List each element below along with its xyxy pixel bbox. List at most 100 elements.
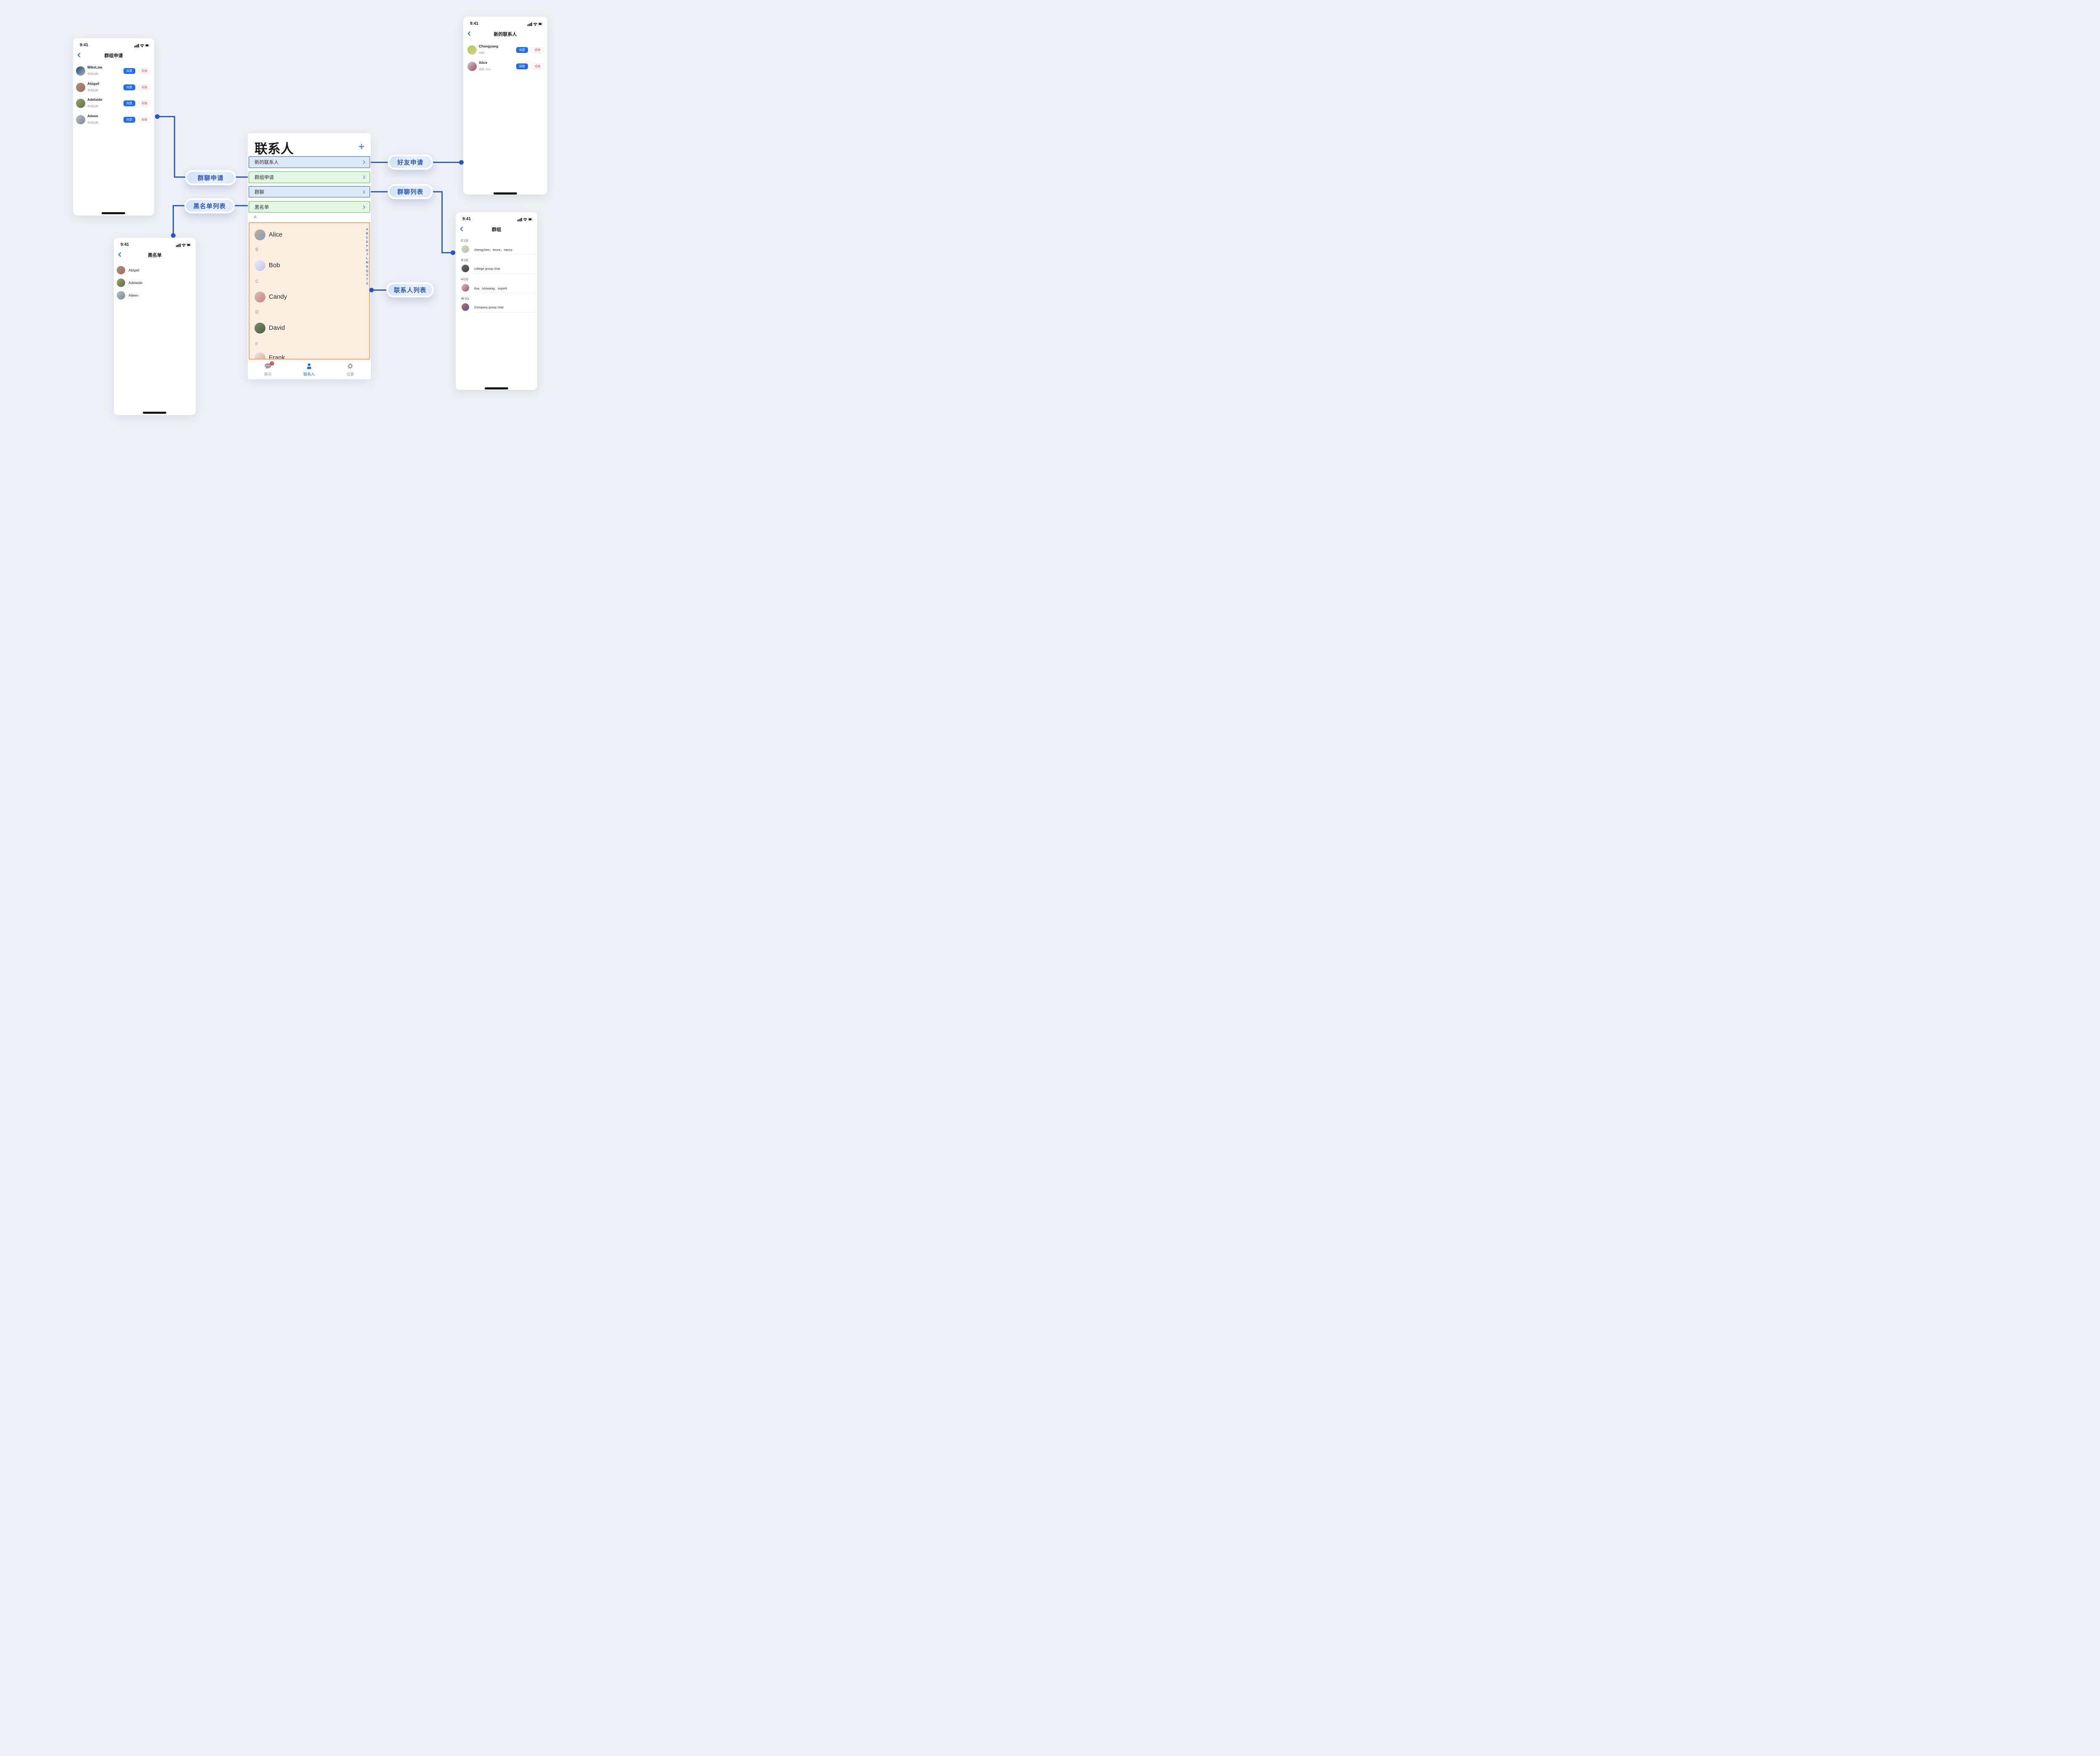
page-title: 群组 [456, 226, 537, 233]
applicant-name: Adelaide [87, 97, 102, 102]
new-contact-row[interactable]: Alice 我是 Alice 同意 拒绝 [463, 59, 547, 74]
avatar [76, 99, 85, 108]
group-apply-row[interactable]: Aileen 申请加群 同意 拒绝 [73, 113, 154, 127]
avatar [255, 292, 265, 302]
menu-item-group-apply[interactable]: 群组申请 [249, 171, 370, 183]
menu-item-blacklist[interactable]: 黑名单 [249, 201, 370, 213]
add-icon[interactable]: + [358, 142, 365, 152]
page-title: 新的联系人 [463, 31, 547, 37]
contact-row[interactable]: Alice [255, 229, 355, 240]
group-name: college group chat [474, 267, 500, 271]
tab-chats[interactable]: 1 聊天 [253, 363, 283, 379]
connector-group-apply-h3 [235, 176, 249, 178]
avatar [255, 352, 265, 360]
menu-item-group-chat[interactable]: 群聊 [249, 186, 370, 197]
blacklist-row[interactable]: Aileen [114, 289, 196, 301]
tab-settings[interactable]: 设置 [336, 363, 365, 379]
group-row[interactable]: lisa、luluwang、superli [456, 283, 537, 292]
avatar [462, 245, 469, 253]
applicant-note: 申请加群 [87, 71, 98, 76]
tab-label: 联系人 [294, 371, 324, 377]
connector-blacklist-h2 [173, 205, 185, 206]
status-time: 9:41 [470, 21, 478, 26]
callout-blacklist-list: 黑名单列表 [184, 198, 235, 213]
screen-groups: 9:41 群组 C (1) chengchen、bruce、nancy D (1… [456, 212, 537, 390]
screen-group-apply: 9:41 群组申请 MikeLaw 申请加群 同意 拒绝 Abigail 申请加… [73, 38, 154, 216]
avatar [467, 45, 477, 55]
reject-button[interactable]: 拒绝 [139, 68, 150, 74]
connector-dot-blacklist [171, 233, 176, 238]
status-bar: 9:41 [73, 42, 154, 48]
accept-button[interactable]: 同意 [123, 84, 135, 90]
status-time: 9:41 [462, 217, 471, 221]
chat-bubble-icon: 1 [265, 363, 272, 371]
group-apply-row[interactable]: Adelaide 申请加群 同意 拒绝 [73, 96, 154, 110]
group-row[interactable]: Company group chat [456, 302, 537, 312]
avatar [462, 265, 469, 272]
accept-button[interactable]: 同意 [123, 100, 135, 106]
home-indicator [494, 192, 517, 195]
gear-icon [347, 363, 354, 371]
group-row[interactable]: college group chat [456, 264, 537, 273]
page-title: 黑名单 [114, 252, 196, 258]
new-contact-row[interactable]: Chengyang 你好! 同意 拒绝 [463, 43, 547, 57]
reject-button[interactable]: 拒绝 [532, 47, 543, 53]
reject-button[interactable]: 拒绝 [139, 100, 150, 106]
connector-grouplist-h1 [370, 191, 388, 192]
group-apply-row[interactable]: Abigail 申请加群 同意 拒绝 [73, 80, 154, 95]
callout-friend-request: 好友申请 [388, 155, 433, 170]
contact-name: Chengyang [479, 44, 498, 48]
home-indicator [102, 212, 125, 214]
applicant-name: MikeLaw [87, 65, 102, 69]
section-header-b: B [255, 247, 258, 252]
contact-row[interactable]: David [255, 323, 355, 334]
page-title: 联系人 [255, 138, 294, 157]
callout-group-chat-apply: 群聊申请 [185, 170, 236, 185]
contact-row[interactable]: Frank [255, 352, 355, 360]
applicant-note: 申请加群 [87, 120, 98, 124]
menu-label: 新的联系人 [255, 159, 279, 166]
nav-bar: 黑名单 [114, 252, 196, 258]
accept-button[interactable]: 同意 [123, 117, 135, 123]
contact-message: 我是 Alice [479, 67, 491, 71]
divider [474, 254, 536, 255]
blacklist-row[interactable]: Abigail [114, 264, 196, 276]
reject-button[interactable]: 拒绝 [139, 117, 150, 123]
section-header-a: A [254, 215, 257, 220]
accept-button[interactable]: 同意 [516, 47, 528, 53]
status-icons [528, 21, 543, 26]
chevron-right-icon [362, 176, 365, 179]
reject-button[interactable]: 拒绝 [139, 84, 150, 90]
group-apply-row[interactable]: MikeLaw 申请加群 同意 拒绝 [73, 64, 154, 78]
status-icons [134, 43, 150, 48]
page-title: 群组申请 [73, 52, 154, 59]
group-name: lisa、luluwang、superli [474, 286, 507, 291]
accept-button[interactable]: 同意 [123, 68, 135, 74]
contact-name: Aileen [129, 293, 139, 297]
avatar [76, 115, 85, 124]
contact-name: Alice [269, 231, 283, 238]
applicant-name: Aileen [87, 114, 98, 118]
connector-dot-friend [459, 160, 464, 165]
connector-group-apply-h2 [174, 176, 186, 178]
avatar [76, 83, 85, 92]
connector-friend-h2 [433, 162, 460, 163]
menu-label: 群聊 [255, 189, 264, 195]
avatar [117, 291, 125, 300]
reject-button[interactable]: 拒绝 [532, 63, 543, 69]
contact-row[interactable]: Bob [255, 260, 355, 271]
contact-row[interactable]: Candy [255, 292, 355, 302]
alphabet-index[interactable]: A B C D F G J L M N Q S T Z [365, 227, 370, 286]
contact-name: David [269, 324, 285, 331]
screen-contacts-main: 联系人 + 新的联系人 群组申请 群聊 黑名单 A Alice B [248, 133, 371, 379]
callout-label: 联系人列表 [394, 286, 427, 294]
screen-new-contacts: 9:41 新的联系人 Chengyang 你好! 同意 拒绝 Alice 我是 … [463, 17, 547, 195]
tab-contacts[interactable]: 联系人 [294, 363, 324, 379]
blacklist-row[interactable]: Adelaide [114, 277, 196, 289]
menu-item-new-contacts[interactable]: 新的联系人 [249, 156, 370, 168]
accept-button[interactable]: 同意 [516, 63, 528, 69]
avatar [255, 229, 265, 240]
group-row[interactable]: chengchen、bruce、nancy [456, 244, 537, 254]
person-icon [306, 363, 312, 371]
group-section-header: W (1) [461, 297, 469, 300]
